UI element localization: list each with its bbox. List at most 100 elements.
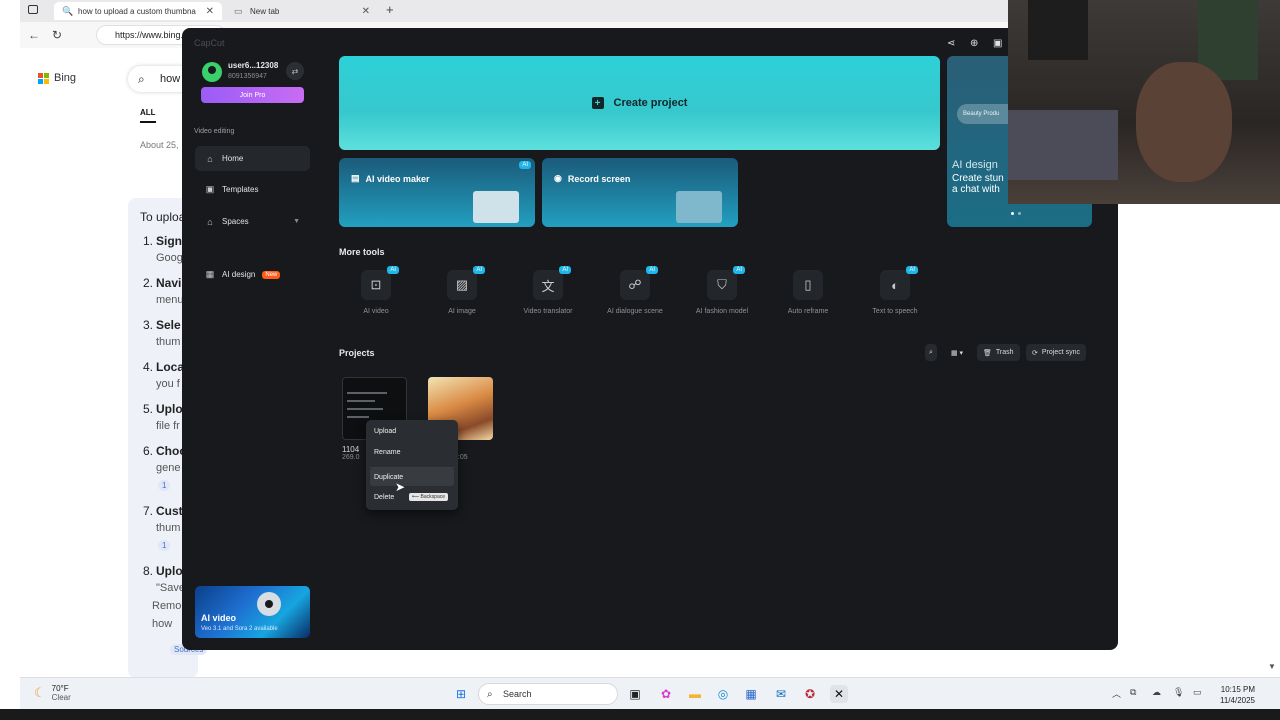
system-clock[interactable]: 10:15 PM 11/4/2025 [1220,684,1255,706]
fashion-icon: ⛉ AI [707,266,745,300]
results-count: About 25, [140,140,179,150]
share-icon[interactable]: ⋖ [947,38,955,49]
menu-item-duplicate[interactable]: Duplicate [370,468,454,486]
more-tools-heading: More tools [339,247,385,257]
video-maker-icon: ▤ [351,173,360,183]
create-project-button[interactable]: + Create project [339,56,940,150]
home-icon: ⌂ [207,153,213,164]
scroll-down-icon[interactable]: ▼ [1268,662,1276,671]
project-sync-button[interactable]: ⟳ Project sync [1026,344,1086,361]
panel-icon[interactable]: ▣ [993,38,1002,49]
taskbar-search-input[interactable]: ⌕ Search [478,683,618,705]
ai-badge: AI [906,266,918,274]
new-tab-button[interactable]: + [386,2,394,17]
search-favicon-icon: 🔍 [62,5,74,16]
ai-video-maker-card[interactable]: AI ▤ AI video maker [339,158,535,227]
browser-tabbar: 🔍 how to upload a custom thumbna ✕ ▭ New… [20,0,1010,22]
cloud-icon[interactable]: ☁ [1152,687,1161,698]
tool-ai-video[interactable]: ⊡ AI AI video [333,266,419,315]
tab-bing[interactable]: 🔍 how to upload a custom thumbna ✕ [54,2,222,20]
ai-video-icon: ⊡ AI [361,266,399,300]
feature-label: AI video maker [365,173,430,184]
tool-label: Auto reframe [787,308,829,315]
ai-badge: AI [387,266,399,274]
tab-all[interactable]: ALL [140,108,156,123]
tool-text-to-speech[interactable]: ◐ AI Text to speech [852,266,938,315]
edge-icon[interactable]: ◎ [714,685,732,703]
search-icon: ⌕ [487,688,493,700]
translate-icon: 文 AI [533,266,571,300]
app-icon[interactable]: ✪ [801,685,819,703]
browser-right-area [1118,204,1280,676]
sidebar-item-ai-design[interactable]: ▦ AI design New [195,262,310,287]
chevron-down-icon[interactable]: ▼ [293,218,300,225]
sync-icon: ⟳ [1032,349,1038,357]
search-icon: ⌕ [138,72,145,86]
search-projects-button[interactable]: ⌕ [925,344,937,361]
clock-date: 11/4/2025 [1220,696,1255,705]
weather-widget[interactable]: ☾ 70°F Clear [34,684,71,702]
sidebar-item-label: AI design [222,270,256,279]
menu-item-label: Delete [374,493,395,501]
tool-auto-reframe[interactable]: ▯ Auto reframe [765,270,851,315]
ai-badge: AI [559,266,571,274]
promo-subtitle: Veo 3.1 and Sora 2 available [201,626,278,632]
window-menu-icon[interactable] [28,5,38,14]
refresh-icon[interactable]: ↻ [52,28,62,42]
task-view-icon[interactable]: ▣ [626,685,644,703]
sidebar-item-templates[interactable]: ▣ Templates [195,177,310,202]
outlook-icon[interactable]: ✉ [772,685,790,703]
robot-illustration [257,592,281,616]
microsoft-logo-icon [38,72,49,84]
tool-video-translator[interactable]: 文 AI Video translator [505,266,591,315]
copilot-icon[interactable]: ✿ [657,685,675,703]
tab-title: how to upload a custom thumbna [78,6,196,16]
view-toggle-button[interactable]: ▦ ▾ [947,344,967,361]
sidebar-item-label: Home [222,154,244,163]
tool-ai-dialogue-scene[interactable]: ☍ AI AI dialogue scene [592,266,678,315]
tab-title: New tab [250,6,280,16]
file-explorer-icon[interactable]: ▬ [686,685,704,703]
sidebar-item-spaces[interactable]: ⌂ Spaces ▼ [195,209,310,234]
switch-account-icon[interactable]: ⇄ [286,62,304,80]
carousel-dots[interactable] [1011,212,1021,215]
user-name: user6...12308 [228,61,279,70]
network-icon[interactable]: ⧉ [1130,687,1136,698]
chevron-up-icon[interactable]: ︿ [1112,687,1121,700]
project-meta: 269.0 [342,454,360,461]
menu-item-delete[interactable]: Delete ⟵ Backspace [370,488,454,506]
upload-icon[interactable]: ⊕ [970,38,978,49]
menu-item-rename[interactable]: Rename [370,443,454,461]
tool-ai-fashion-model[interactable]: ⛉ AI AI fashion model [679,266,765,315]
menu-item-upload[interactable]: Upload [370,422,454,440]
screen-bottom-edge [0,709,1280,720]
sidebar-item-home[interactable]: ⌂ Home [195,146,310,171]
tool-ai-image[interactable]: ▨ AI AI image [419,266,505,315]
tool-label: Text to speech [872,308,918,315]
project-name[interactable]: 1104 [342,445,359,454]
capcut-logo: CapCut [194,38,225,48]
ai-video-promo-card[interactable]: AI video Veo 3.1 and Sora 2 available [195,586,310,638]
microphone-icon[interactable]: 🎙 [1173,687,1184,698]
start-icon[interactable]: ⊞ [452,685,470,703]
bing-logo-text: Bing [54,72,77,84]
mouse-cursor-icon: ➤ [395,480,406,494]
ai-badge: AI [733,266,745,274]
display-icon[interactable]: ▭ [1193,687,1202,698]
join-pro-button[interactable]: Join Pro [201,87,304,103]
store-icon[interactable]: ▦ [742,685,760,703]
record-screen-card[interactable]: ◉ Record screen [542,158,738,227]
person-image [1136,62,1232,182]
back-icon[interactable]: ← [28,28,40,42]
close-tab-icon[interactable]: ✕ [206,6,214,17]
close-tab-icon[interactable]: ✕ [362,6,370,17]
avatar[interactable] [202,62,222,82]
tool-label: AI video [363,308,389,315]
bing-page: Bing ⌕ how ALL About 25, To uploa 1. Sign… [20,48,208,678]
taskbar: ☾ 70°F Clear ⊞ ⌕ Search ▣ ✿ ▬ ◎ ▦ ✉ ✪ ✕ … [20,677,1280,709]
ai-design-icon: ▦ [205,269,215,279]
tab-new[interactable]: ▭ New tab ✕ [226,2,378,20]
bing-logo[interactable]: Bing [38,72,76,84]
capcut-taskbar-icon[interactable]: ✕ [830,685,848,703]
trash-button[interactable]: 🗑 Trash [977,344,1020,361]
